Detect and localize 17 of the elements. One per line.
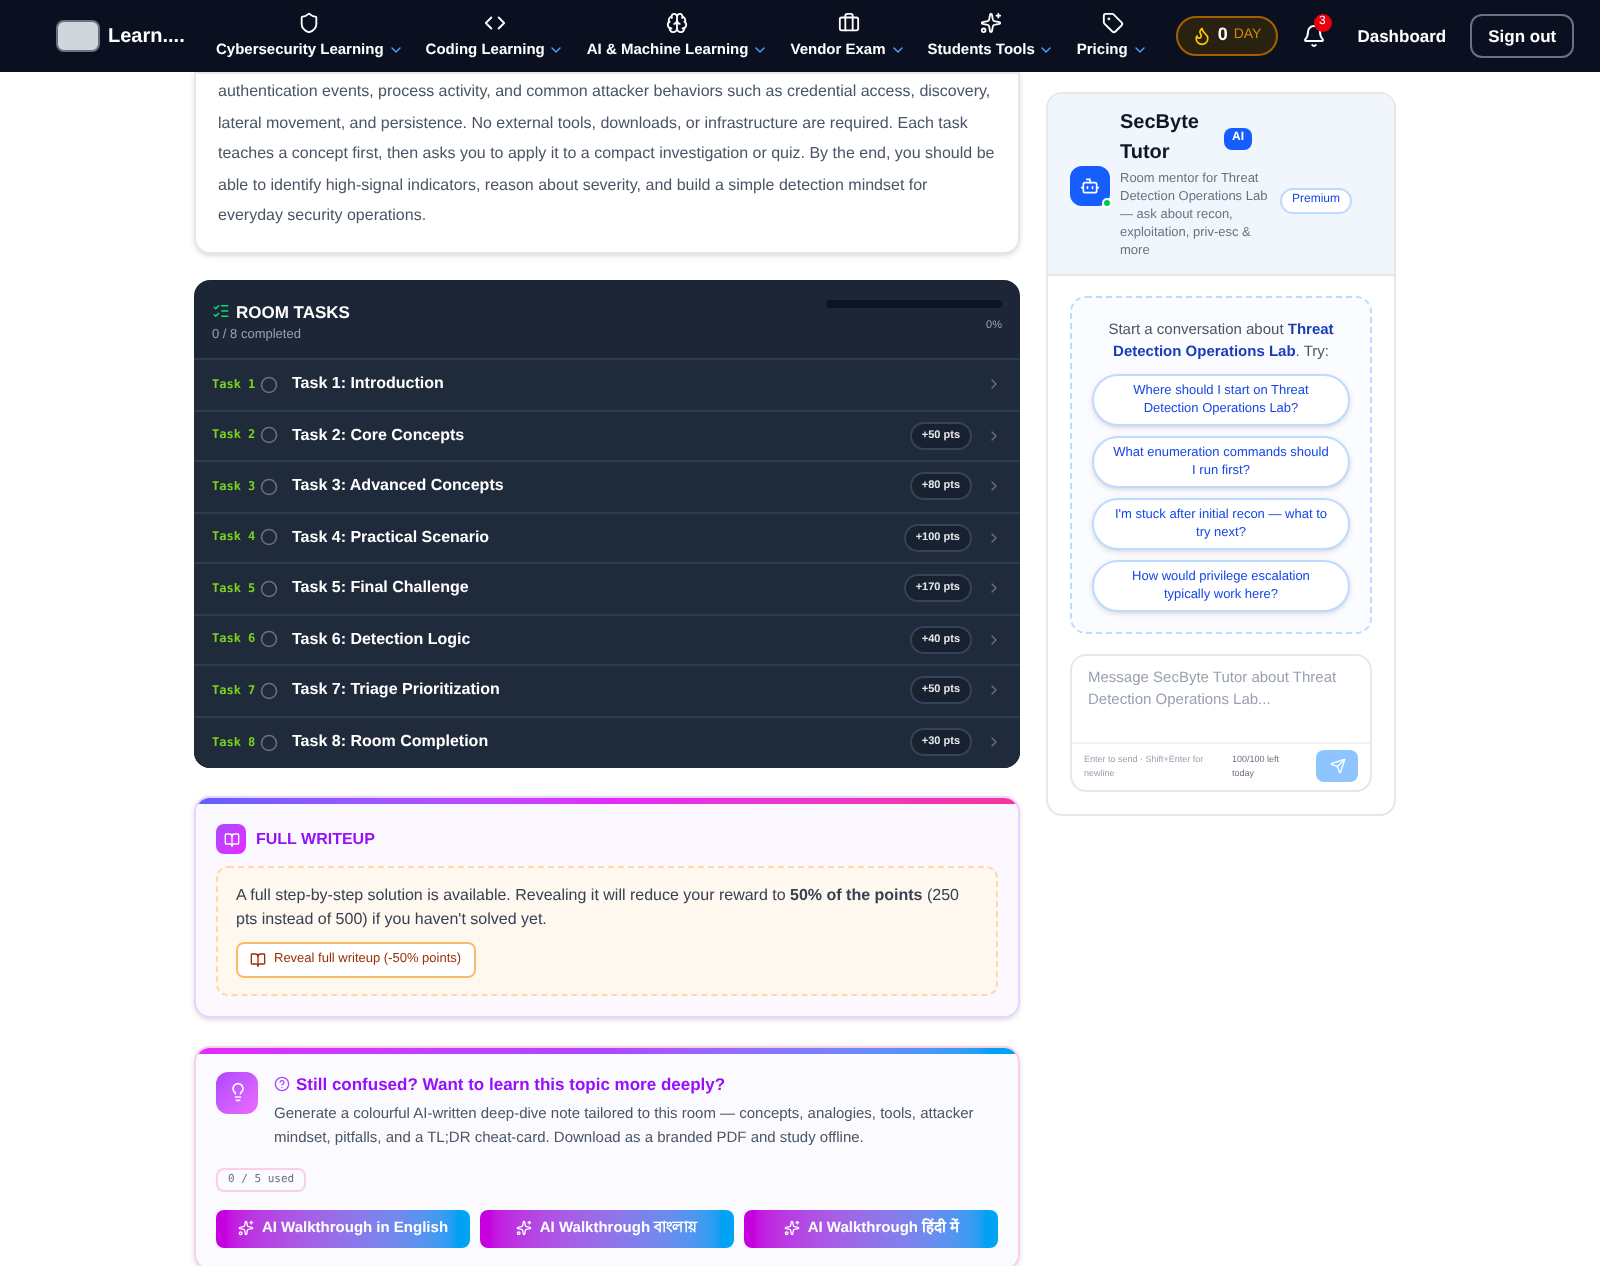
task-title: Task 1: Introduction: [292, 372, 446, 397]
intro-text: authentication events, process activity, and common attacker behaviors such as credential access, discovery, lateral movement, and persistence. No external tools, downloads, or infrastructure are required. Each task teaches a concept first, then asks you to apply it to a compact investigation or quiz. By the end, you should be able to identify high-signal indicators, reason about severity, and build a simple detection mindset for everyday security operations.: [218, 80, 996, 228]
tutor-name: SecByte Tutor: [1120, 110, 1200, 168]
task-title: Task 6: Detection Logic: [292, 627, 473, 652]
dashboard-link[interactable]: Dashboard: [1357, 23, 1447, 49]
task-title: Task 7: Triage Prioritization: [292, 678, 502, 703]
task-title: Task 8: Room Completion: [292, 730, 491, 755]
brand-name[interactable]: Learn....: [108, 21, 208, 51]
sign-out-button[interactable]: Sign out: [1470, 13, 1575, 59]
deep-dive-title: Still confused? Want to learn this topic more deeply?: [296, 1071, 726, 1097]
task-title: Task 4: Practical Scenario: [292, 525, 492, 550]
task-title: Task 2: Core Concepts: [292, 423, 467, 448]
task-title: Task 5: Final Challenge: [292, 576, 471, 601]
writeup-title: FULL WRITEUP: [256, 827, 375, 851]
warning-text: A full step-by-step solution is available. Revealing it will reduce your reward to 50% of the points (250 pts instead of 500) if you haven't solved yet.: [236, 884, 961, 932]
task-title: Task 3: Advanced Concepts: [292, 474, 506, 499]
tasks-title: ROOM TASKS: [236, 299, 350, 325]
